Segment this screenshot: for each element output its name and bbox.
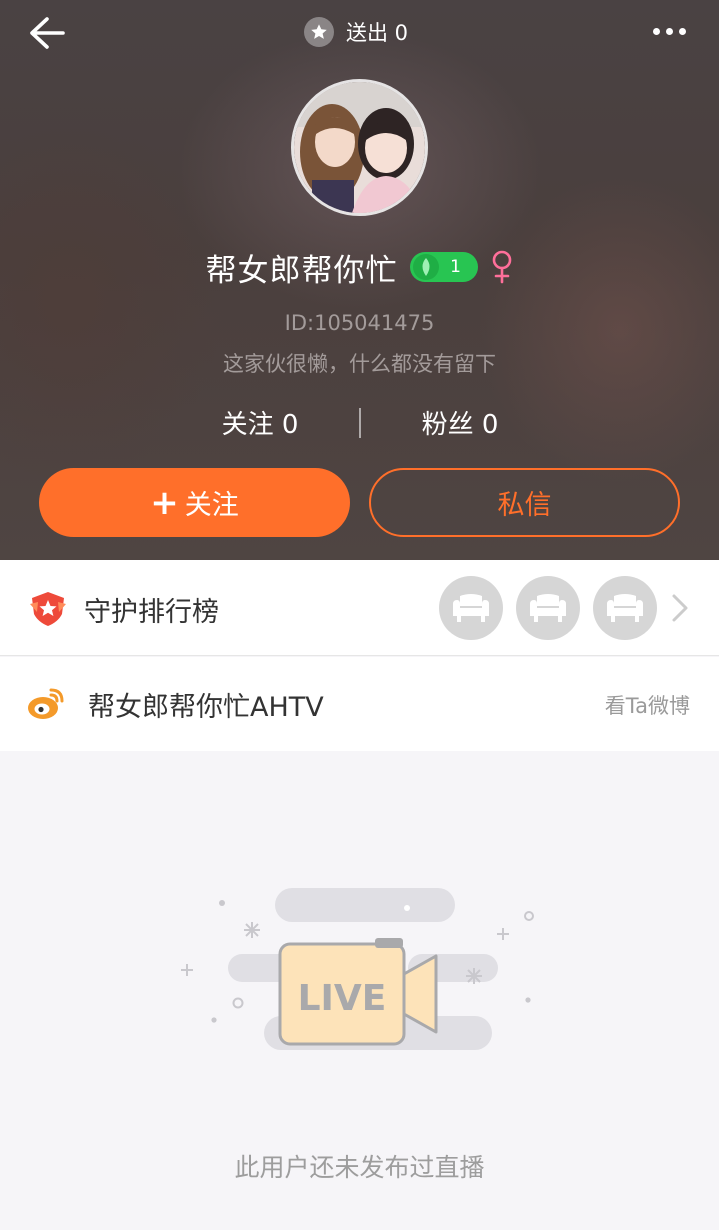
leaf-icon [412, 254, 439, 280]
sofa-icon [607, 594, 643, 622]
weibo-row[interactable]: 帮女郎帮你忙AHTV 看Ta微博 [0, 657, 719, 751]
level-badge: 1 [409, 252, 478, 282]
star-icon [304, 17, 334, 47]
gifts-sent[interactable]: 送出 0 [304, 14, 408, 50]
more-dot-icon [652, 27, 660, 35]
sofa-icon [530, 594, 566, 622]
guard-shield-icon [30, 592, 66, 626]
empty-guard-seat[interactable] [439, 576, 503, 640]
user-id: ID:105041475 [284, 311, 435, 335]
guard-ranking-row[interactable]: 守护排行榜 [0, 560, 719, 656]
more-dot-icon [678, 27, 686, 35]
empty-state-message: 此用户还未发布过直播 [234, 1153, 485, 1182]
no-live-illustration: LIVE [181, 888, 534, 1050]
female-icon [492, 250, 511, 284]
plus-icon: + [150, 482, 179, 523]
sofa-icon [453, 594, 489, 622]
message-button[interactable]: 私信 [369, 468, 680, 537]
live-badge-text: LIVE [298, 978, 387, 1019]
empty-guard-seat[interactable] [516, 576, 580, 640]
level-number: 1 [450, 257, 461, 277]
more-options-button[interactable] [645, 16, 693, 46]
weibo-account-name: 帮女郎帮你忙AHTV [88, 692, 324, 723]
sent-count-label: 送出 0 [346, 21, 409, 45]
user-name: 帮女郎帮你忙 [205, 252, 398, 289]
name-row: 帮女郎帮你忙 1 [0, 242, 719, 292]
profile-header: 送出 0 帮女郎帮你忙 1 ID:105041475 这家伙很懒，什么都没有留下… [0, 0, 719, 560]
weibo-icon [28, 688, 64, 719]
view-weibo-link[interactable]: 看Ta微博 [590, 690, 690, 720]
user-bio: 这家伙很懒，什么都没有留下 [223, 352, 496, 376]
back-button[interactable] [24, 10, 70, 56]
chevron-right-icon [672, 594, 688, 622]
following-count[interactable]: 关注 0 [160, 404, 360, 441]
back-arrow-icon [30, 17, 65, 49]
avatar[interactable] [291, 79, 428, 216]
follow-button-label: 关注 [184, 490, 239, 521]
message-button-label: 私信 [497, 490, 552, 521]
follow-button[interactable]: + 关注 [39, 468, 350, 537]
empty-guard-seat[interactable] [593, 576, 657, 640]
more-dot-icon [665, 27, 673, 35]
guard-ranking-label: 守护排行榜 [84, 597, 219, 628]
fans-count[interactable]: 粉丝 0 [360, 404, 560, 441]
